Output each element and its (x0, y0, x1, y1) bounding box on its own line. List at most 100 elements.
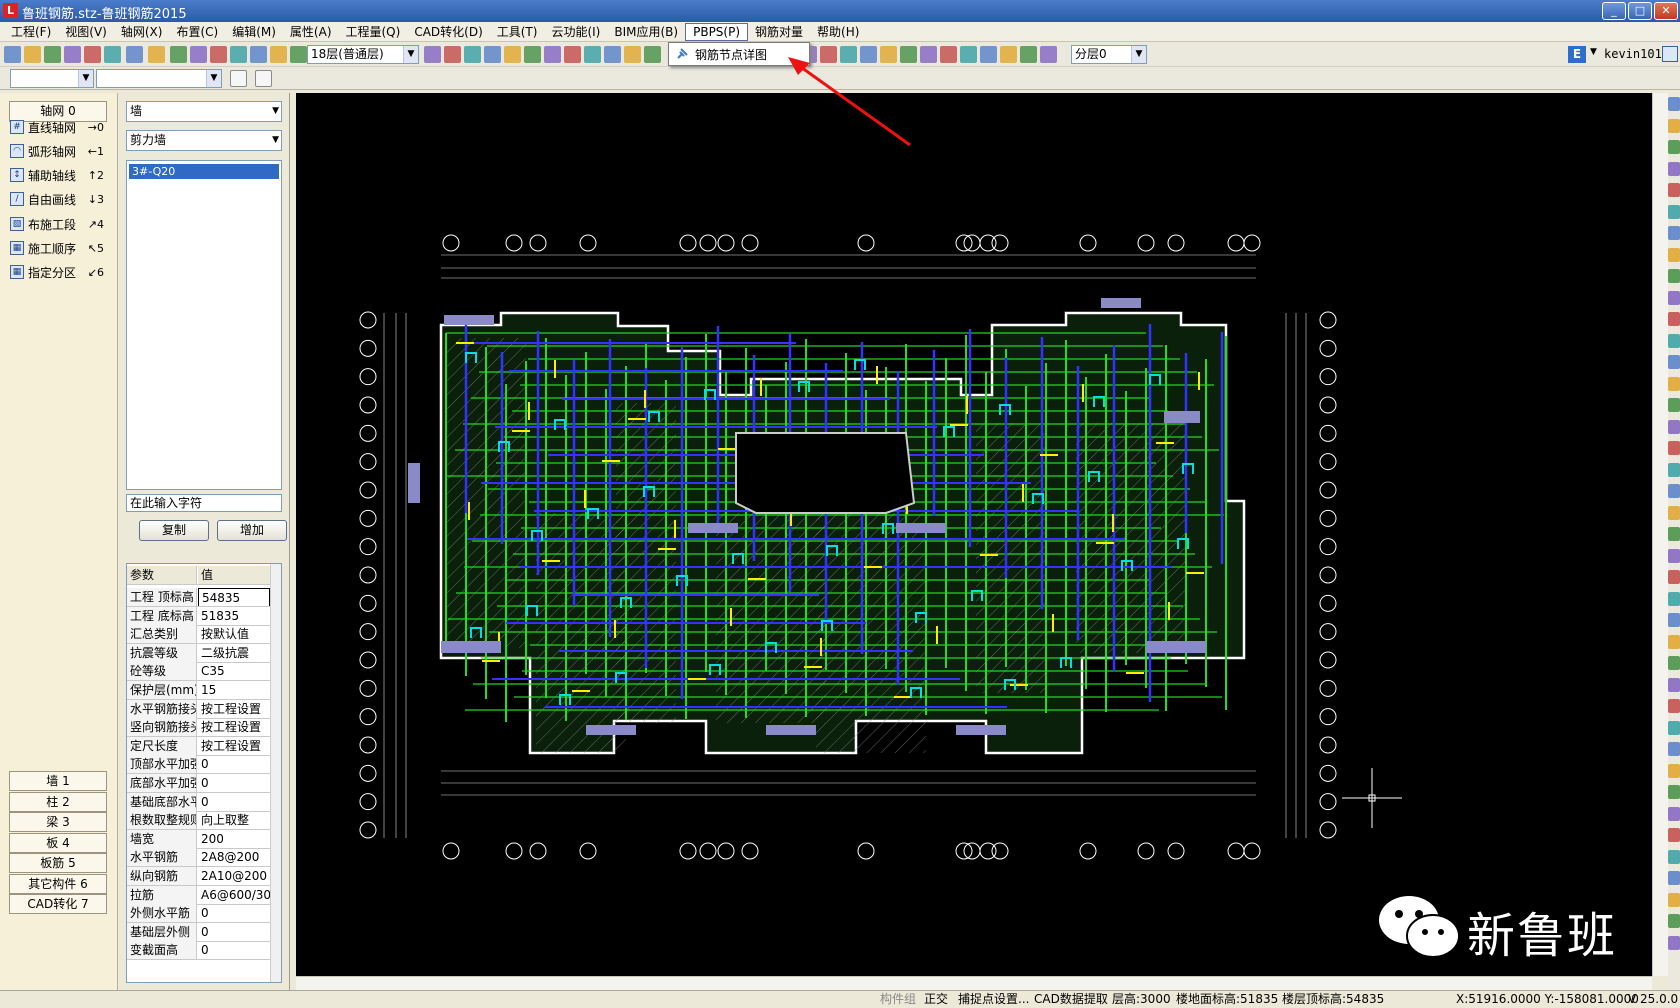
table-row[interactable]: 顶部水平加强 0 (127, 755, 270, 775)
menu-item[interactable]: 视图(V) (58, 22, 114, 41)
menu-item[interactable]: 钢筋对量 (748, 22, 810, 41)
param-value[interactable]: 54835 (198, 588, 270, 606)
param-value[interactable]: 0 (198, 923, 270, 941)
menu-item[interactable]: 工具(T) (490, 22, 545, 41)
toolbar-tool-icon[interactable] (1000, 46, 1017, 63)
param-value[interactable]: A6@600/30 (198, 886, 270, 904)
minimize-button[interactable]: _ (1602, 2, 1626, 20)
side-tool-icon[interactable] (1668, 269, 1680, 283)
param-value[interactable]: 15 (198, 681, 270, 699)
side-tool-icon[interactable] (1668, 656, 1680, 670)
side-tool-icon[interactable] (1668, 183, 1680, 197)
side-tool-icon[interactable] (1668, 849, 1680, 864)
side-tool-icon[interactable] (1668, 118, 1680, 133)
menu-item[interactable]: 布置(C) (169, 22, 225, 41)
table-row[interactable]: 定尺长度 按工程设置 (127, 736, 270, 756)
side-tool-icon[interactable] (1668, 527, 1680, 541)
toolbar-tool-icon[interactable] (170, 46, 187, 63)
side-tool-icon[interactable] (1668, 355, 1680, 369)
status-snap-settings[interactable]: 捕捉点设置... (958, 991, 1029, 1008)
settings-icon[interactable] (1662, 46, 1678, 62)
toolbar-tool-icon[interactable] (4, 46, 21, 63)
back-icon[interactable] (230, 70, 247, 87)
toolbar-tool-icon[interactable] (980, 46, 997, 63)
nav-category-button[interactable]: 板 4 (9, 832, 107, 853)
side-tool-icon[interactable] (1668, 548, 1680, 563)
param-value[interactable]: 0 (198, 904, 270, 922)
nav-item[interactable]: # 直线轴网 →0 (10, 116, 110, 138)
side-tool-icon[interactable] (1668, 892, 1680, 907)
nav-category-button[interactable]: 梁 3 (9, 812, 107, 832)
side-tool-icon[interactable] (1668, 204, 1680, 219)
toolbar-tool-icon[interactable] (424, 46, 441, 63)
filter-select-2[interactable]: ▼ (96, 69, 222, 88)
param-value[interactable]: 2A8@200 (198, 848, 270, 866)
table-row[interactable]: 墙宽 200 (127, 829, 270, 849)
param-value[interactable]: 值 (198, 566, 270, 584)
table-row[interactable]: 纵向钢筋 2A10@200 (127, 867, 270, 886)
side-tool-icon[interactable] (1668, 720, 1680, 735)
menu-item[interactable]: 属性(A) (283, 22, 339, 41)
param-value[interactable]: 0 (198, 793, 270, 811)
side-tool-icon[interactable] (1668, 398, 1680, 412)
add-button[interactable]: 增加 (217, 520, 287, 541)
maximize-button[interactable]: □ (1628, 2, 1652, 20)
toolbar-tool-icon[interactable] (126, 46, 143, 63)
nav-item[interactable]: ▦ 施工顺序 ↖5 (10, 237, 110, 259)
side-tool-icon[interactable] (1668, 462, 1680, 477)
side-tool-icon[interactable] (1668, 785, 1680, 799)
side-tool-icon[interactable] (1668, 419, 1680, 434)
param-value[interactable]: 按工程设置 (198, 718, 270, 736)
table-row[interactable]: 参数值 (127, 566, 270, 585)
menu-item[interactable]: 云功能(I) (544, 22, 607, 41)
chevron-down-icon[interactable]: ▼ (1590, 47, 1597, 57)
table-row[interactable]: 变截面高 0 (127, 941, 270, 961)
list-item[interactable]: 3#-Q20 (129, 164, 279, 179)
toolbar-tool-icon[interactable] (444, 46, 461, 63)
copy-button[interactable]: 复制 (139, 520, 209, 541)
toolbar-tool-icon[interactable] (564, 46, 581, 63)
toolbar-tool-icon[interactable] (290, 46, 307, 63)
table-scrollbar[interactable] (270, 564, 281, 982)
nav-item[interactable]: ◠ 弧形轴网 ←1 (10, 140, 110, 162)
nav-category-button[interactable]: 柱 2 (9, 791, 107, 812)
toolbar-tool-icon[interactable] (644, 46, 661, 63)
param-value[interactable]: 2A10@200 (198, 867, 270, 885)
e-logo-icon[interactable]: E (1568, 46, 1586, 63)
toolbar-tool-icon[interactable] (84, 46, 101, 63)
side-tool-icon[interactable] (1668, 806, 1680, 821)
param-value[interactable]: 200 (198, 830, 270, 848)
toolbar-tool-icon[interactable] (920, 46, 937, 63)
toolbar-tool-icon[interactable] (190, 46, 207, 63)
table-row[interactable]: 工程 底标高 51835 (127, 606, 270, 626)
toolbar-tool-icon[interactable] (1040, 46, 1057, 63)
table-row[interactable]: 竖向钢筋接头 按工程设置 (127, 718, 270, 738)
toolbar-tool-icon[interactable] (464, 46, 481, 63)
table-row[interactable]: 水平钢筋接头 按工程设置 (127, 699, 270, 719)
vertical-scrollbar[interactable] (1652, 93, 1668, 976)
side-tool-icon[interactable] (1668, 97, 1680, 111)
side-tool-icon[interactable] (1668, 591, 1680, 606)
toolbar-tool-icon[interactable] (1020, 46, 1037, 63)
filter-select-1[interactable]: ▼ (10, 69, 94, 88)
toolbar-tool-icon[interactable] (148, 46, 165, 63)
side-tool-icon[interactable] (1668, 247, 1680, 262)
table-row[interactable]: 拉筋 A6@600/30 (127, 885, 270, 905)
side-tool-icon[interactable] (1668, 699, 1680, 713)
nav-item[interactable]: ▦ 指定分区 ↙6 (10, 261, 110, 283)
menu-item-rebar-node-detail[interactable]: 钢筋节点详图 (695, 46, 767, 63)
side-tool-icon[interactable] (1668, 613, 1680, 627)
search-input[interactable]: 在此输入字符 (126, 494, 282, 512)
status-cad-extract[interactable]: CAD数据提取 (1034, 991, 1108, 1008)
status-component-group[interactable]: 构件组 (880, 991, 916, 1008)
toolbar-tool-icon[interactable] (24, 46, 41, 63)
table-row[interactable]: 抗震等级 二级抗震 (127, 643, 270, 663)
table-row[interactable]: 水平钢筋 2A8@200 (127, 848, 270, 868)
table-row[interactable]: 砼等级 C35 (127, 662, 270, 682)
side-tool-icon[interactable] (1668, 161, 1680, 176)
table-row[interactable]: 保护层(mm) 15 (127, 681, 270, 700)
toolbar-tool-icon[interactable] (104, 46, 121, 63)
param-value[interactable]: C35 (198, 662, 270, 680)
nav-item[interactable]: ↕ 辅助轴线 ↑2 (10, 164, 110, 186)
toolbar-tool-icon[interactable] (504, 46, 521, 63)
